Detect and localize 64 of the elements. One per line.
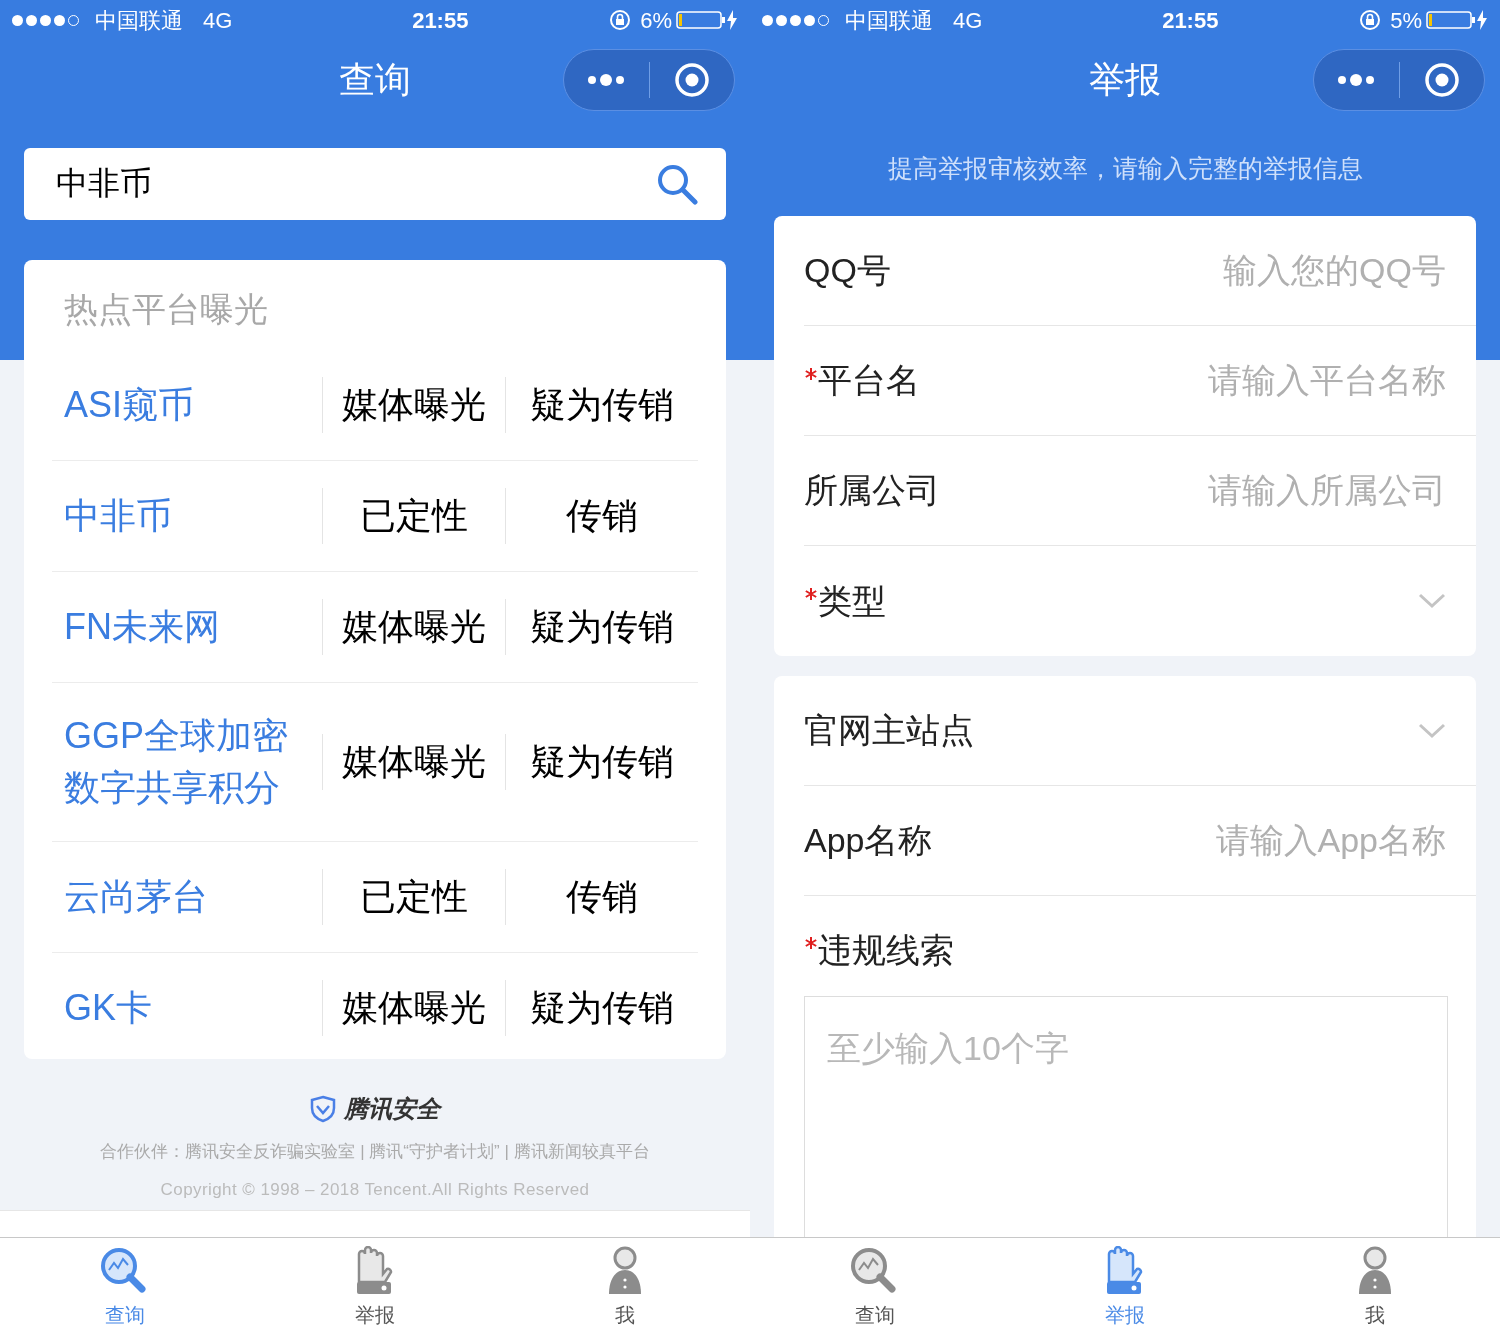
search-icon[interactable] — [656, 163, 698, 205]
text-field[interactable]: 请输入平台名称 — [920, 355, 1446, 406]
category-label: 传销 — [565, 494, 639, 538]
battery-icon — [1426, 10, 1476, 30]
tab-item[interactable]: 举报 — [1000, 1238, 1250, 1334]
source-label: 媒体曝光 — [341, 605, 487, 649]
platform-link[interactable]: GGP全球加密数字共享积分 — [52, 710, 322, 814]
tab-item[interactable]: 我 — [1250, 1238, 1500, 1334]
network-type: 4G — [953, 6, 983, 35]
category-label: 疑为传销 — [529, 740, 675, 784]
carrier-name: 中国联通 — [845, 6, 933, 35]
carrier-name: 中国联通 — [95, 6, 183, 35]
copyright-text: Copyright © 1998 – 2018 Tencent.All Rights Reserved — [160, 1178, 590, 1201]
category-label: 疑为传销 — [529, 383, 675, 427]
platform-link[interactable]: 云尚茅台 — [52, 871, 322, 923]
chevron-down-icon — [1418, 593, 1446, 609]
text-field[interactable]: 请输入所属公司 — [940, 465, 1446, 516]
field-label: 所属公司 — [804, 470, 940, 511]
source-label: 已定性 — [359, 494, 469, 538]
source-label: 媒体曝光 — [341, 383, 487, 427]
network-type: 4G — [203, 6, 233, 35]
source-label: 已定性 — [359, 875, 469, 919]
page-title: 举报 — [1089, 58, 1161, 102]
rotation-lock-icon — [608, 8, 633, 32]
battery-percent: 5% — [1390, 6, 1422, 35]
source-label: 媒体曝光 — [341, 986, 487, 1030]
platform-link[interactable]: ASI窥币 — [52, 379, 322, 431]
charging-icon — [1476, 10, 1488, 30]
field-label: 官网主站点 — [804, 710, 974, 751]
text-field[interactable]: 输入您的QQ号 — [890, 245, 1446, 296]
category-label: 疑为传销 — [529, 986, 675, 1030]
battery-icon — [676, 10, 726, 30]
text-field[interactable]: 请输入App名称 — [932, 815, 1446, 866]
tab-item[interactable]: 查询 — [750, 1238, 1000, 1334]
clock-time: 21:55 — [1161, 6, 1219, 35]
clue-textarea[interactable]: 至少输入10个字 — [804, 996, 1448, 1237]
source-label: 媒体曝光 — [341, 740, 487, 784]
field-label: 类型 — [818, 580, 886, 622]
brand-name: 腾讯安全 — [344, 1094, 440, 1124]
category-label: 传销 — [565, 875, 639, 919]
page-title: 查询 — [339, 58, 411, 102]
category-label: 疑为传销 — [529, 605, 675, 649]
field-label: 违规线索 — [818, 929, 954, 971]
partners-text: 合作伙伴：腾讯安全反诈骗实验室 | 腾讯“守护者计划” | 腾讯新闻较真平台 — [100, 1141, 650, 1163]
chevron-down-icon — [1418, 722, 1446, 739]
select-field[interactable]: 类型 — [804, 546, 1476, 656]
tab-item[interactable]: 举报 — [250, 1238, 500, 1334]
platform-link[interactable]: FN未来网 — [52, 601, 322, 653]
charging-icon — [726, 10, 738, 30]
tab-item[interactable]: 查询 — [0, 1238, 250, 1334]
field-label: QQ号 — [804, 250, 891, 291]
tab-item[interactable]: 我 — [500, 1238, 750, 1334]
select-field[interactable]: 官网主站点 — [804, 676, 1476, 786]
field-label: App名称 — [804, 820, 933, 861]
subtitle: 提高举报审核效率，请输入完整的举报信息 — [886, 153, 1364, 184]
platform-link[interactable]: 中非币 — [52, 490, 322, 542]
shield-logo-icon — [310, 1095, 336, 1123]
field-label: 平台名 — [818, 360, 920, 401]
clock-time: 21:55 — [411, 6, 469, 35]
search-field[interactable]: 中非币 — [24, 148, 726, 220]
battery-percent: 6% — [640, 6, 672, 35]
card-title: 热点平台曝光 — [63, 289, 269, 330]
rotation-lock-icon — [1358, 8, 1383, 32]
platform-link[interactable]: GK卡 — [52, 982, 322, 1034]
